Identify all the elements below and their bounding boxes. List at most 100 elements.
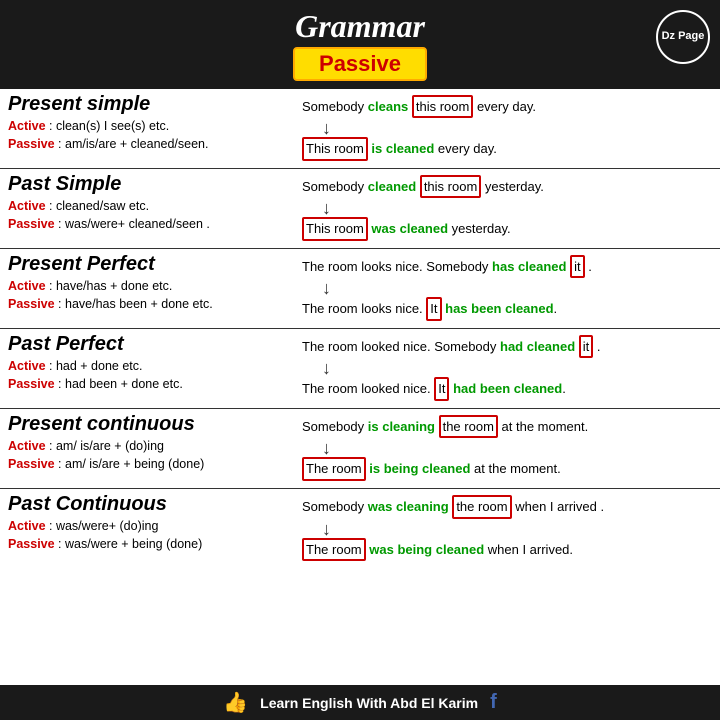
- green-verb: is cleaned: [371, 141, 434, 156]
- example-bottom-present-simple: This room is cleaned every day.: [302, 137, 712, 161]
- passive-text: : have/has been + done etc.: [55, 297, 213, 311]
- facebook-icon: f: [490, 691, 497, 714]
- section-past-continuous: Past Continuous Active : was/were+ (do)i…: [0, 489, 720, 569]
- content: Present simple Active : clean(s) I see(s…: [0, 89, 720, 685]
- example-top-present-simple: Somebody cleans this room every day.: [302, 95, 712, 119]
- boxed-word: it: [579, 335, 594, 359]
- active-rule-present-perfect: Active : have/has + done etc.: [8, 278, 292, 296]
- title-present-continuous: Present continuous: [8, 413, 292, 436]
- green-word: is cleaning: [368, 419, 435, 434]
- passive-rule-past-perfect: Passive : had been + done etc.: [8, 376, 292, 394]
- left-past-continuous: Past Continuous Active : was/were+ (do)i…: [8, 493, 298, 565]
- example-bottom-past-simple: This room was cleaned yesterday.: [302, 217, 712, 241]
- section-present-perfect: Present Perfect Active : have/has + done…: [0, 249, 720, 329]
- active-text: : have/has + done etc.: [46, 279, 173, 293]
- example-top-past-simple: Somebody cleaned this room yesterday.: [302, 175, 712, 199]
- right-present-perfect: The room looks nice. Somebody has cleane…: [298, 253, 712, 324]
- right-present-simple: Somebody cleans this room every day. ↓ T…: [298, 93, 712, 164]
- active-text: : cleaned/saw etc.: [46, 199, 150, 213]
- title-past-simple: Past Simple: [8, 173, 292, 196]
- passive-rule-present-continuous: Passive : am/ is/are + being (done): [8, 456, 292, 474]
- passive-label: Passive: [8, 297, 55, 311]
- green-word: had cleaned: [500, 339, 575, 354]
- passive-badge: Passive: [293, 47, 427, 81]
- example-bottom-present-perfect: The room looks nice. It has been cleaned…: [302, 297, 712, 321]
- left-present-continuous: Present continuous Active : am/ is/are +…: [8, 413, 298, 484]
- page: Grammar Passive Dz Page Present simple A…: [0, 0, 720, 720]
- passive-rule-past-continuous: Passive : was/were + being (done): [8, 536, 292, 554]
- left-past-perfect: Past Perfect Active : had + done etc. Pa…: [8, 333, 298, 404]
- section-past-simple: Past Simple Active : cleaned/saw etc. Pa…: [0, 169, 720, 249]
- passive-text: : am/is/are + cleaned/seen.: [55, 137, 209, 151]
- active-label: Active: [8, 439, 46, 453]
- title-present-simple: Present simple: [8, 93, 292, 116]
- green-word: was cleaning: [368, 499, 449, 514]
- title-past-continuous: Past Continuous: [8, 493, 292, 516]
- right-past-continuous: Somebody was cleaning the room when I ar…: [298, 493, 712, 565]
- boxed-subject: It: [434, 377, 449, 401]
- active-rule-past-simple: Active : cleaned/saw etc.: [8, 198, 292, 216]
- footer: 👍 Learn English With Abd El Karim f: [0, 685, 720, 720]
- example-top-past-perfect: The room looked nice. Somebody had clean…: [302, 335, 712, 359]
- active-rule-present-continuous: Active : am/ is/are + (do)ing: [8, 438, 292, 456]
- example-bottom-past-perfect: The room looked nice. It had been cleane…: [302, 377, 712, 401]
- green-verb: has been cleaned: [445, 301, 553, 316]
- active-label: Active: [8, 119, 46, 133]
- right-present-continuous: Somebody is cleaning the room at the mom…: [298, 413, 712, 484]
- right-past-simple: Somebody cleaned this room yesterday. ↓ …: [298, 173, 712, 244]
- example-top-present-continuous: Somebody is cleaning the room at the mom…: [302, 415, 712, 439]
- example-top-past-continuous: Somebody was cleaning the room when I ar…: [302, 495, 712, 519]
- green-verb: is being cleaned: [369, 461, 470, 476]
- green-verb: was being cleaned: [369, 542, 484, 557]
- example-bottom-past-continuous: The room was being cleaned when I arrive…: [302, 538, 712, 562]
- active-label: Active: [8, 279, 46, 293]
- header: Grammar Passive Dz Page: [0, 0, 720, 89]
- title-past-perfect: Past Perfect: [8, 333, 292, 356]
- active-label: Active: [8, 519, 46, 533]
- active-text: : had + done etc.: [46, 359, 143, 373]
- active-rule-past-perfect: Active : had + done etc.: [8, 358, 292, 376]
- green-word: has cleaned: [492, 259, 566, 274]
- boxed-word: it: [570, 255, 585, 279]
- passive-rule-past-simple: Passive : was/were+ cleaned/seen .: [8, 216, 292, 234]
- right-past-perfect: The room looked nice. Somebody had clean…: [298, 333, 712, 404]
- active-rule-present-simple: Active : clean(s) I see(s) etc.: [8, 118, 292, 136]
- title-present-perfect: Present Perfect: [8, 253, 292, 276]
- passive-label: Passive: [8, 457, 55, 471]
- active-rule-past-continuous: Active : was/were+ (do)ing: [8, 518, 292, 536]
- arrow-icon: ↓: [322, 439, 712, 457]
- passive-text: : am/ is/are + being (done): [55, 457, 205, 471]
- passive-label: Passive: [8, 217, 55, 231]
- active-text: : am/ is/are + (do)ing: [46, 439, 164, 453]
- example-top-present-perfect: The room looks nice. Somebody has cleane…: [302, 255, 712, 279]
- boxed-subject: The room: [302, 538, 366, 562]
- passive-label: Passive: [8, 537, 55, 551]
- passive-label: Passive: [8, 377, 55, 391]
- left-present-perfect: Present Perfect Active : have/has + done…: [8, 253, 298, 324]
- section-present-simple: Present simple Active : clean(s) I see(s…: [0, 89, 720, 169]
- passive-label: Passive: [8, 137, 55, 151]
- page-title: Grammar: [0, 8, 720, 45]
- passive-text: : was/were + being (done): [55, 537, 203, 551]
- green-verb: had been cleaned: [453, 381, 562, 396]
- passive-text: : had been + done etc.: [55, 377, 183, 391]
- boxed-word: the room: [452, 495, 511, 519]
- arrow-icon: ↓: [322, 279, 712, 297]
- active-text: : clean(s) I see(s) etc.: [46, 119, 170, 133]
- boxed-word: this room: [412, 95, 473, 119]
- green-word: cleans: [368, 99, 408, 114]
- arrow-icon: ↓: [322, 199, 712, 217]
- arrow-icon: ↓: [322, 520, 712, 538]
- passive-rule-present-simple: Passive : am/is/are + cleaned/seen.: [8, 136, 292, 154]
- thumbs-up-icon: 👍: [223, 690, 248, 715]
- footer-text: Learn English With Abd El Karim: [260, 695, 478, 711]
- arrow-icon: ↓: [322, 359, 712, 377]
- boxed-word: this room: [420, 175, 481, 199]
- boxed-subject: It: [426, 297, 441, 321]
- arrow-icon: ↓: [322, 119, 712, 137]
- boxed-word: the room: [439, 415, 498, 439]
- section-present-continuous: Present continuous Active : am/ is/are +…: [0, 409, 720, 489]
- green-verb: was cleaned: [371, 221, 448, 236]
- passive-text: : was/were+ cleaned/seen .: [55, 217, 210, 231]
- boxed-subject: This room: [302, 137, 368, 161]
